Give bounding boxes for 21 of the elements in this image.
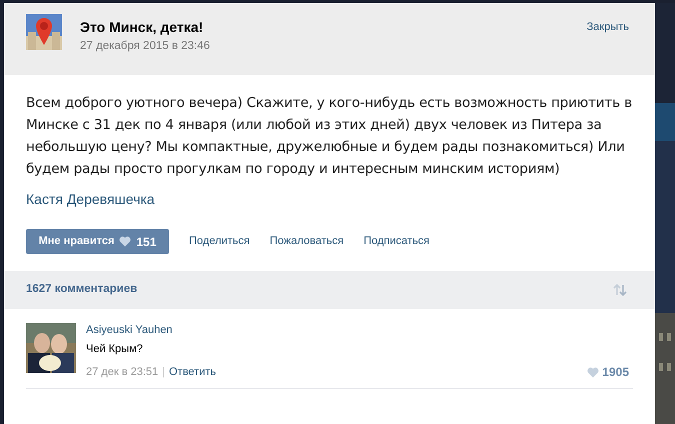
post-date: 27 декабря 2015 в 23:46 <box>80 39 211 54</box>
comments-count: 1627 комментариев <box>26 282 138 298</box>
like-count: 151 <box>136 234 156 250</box>
author-link[interactable]: Кастя Деревяшечка <box>26 189 155 210</box>
close-link[interactable]: Закрыть <box>586 14 633 36</box>
action-link[interactable]: Поделиться <box>189 233 250 250</box>
separator: | <box>162 364 165 380</box>
action-link[interactable]: Пожаловаться <box>270 233 344 250</box>
commenter-name[interactable]: Asiyeuski Yauhen <box>86 323 172 337</box>
post-text: Всем доброго уютного вечера) Скажите, у кого-нибудь есть возможность приютить в Минске с 31 дек по 4 января (или любой из этих дней) двух человек из Питера за небольшую цену? Мы компактные, дружелюбные и будем рады познакомиться) Или будем рады просто прогулкам по городу и интересным минским историям) <box>26 94 633 179</box>
group-name[interactable]: Это Минск, детка! <box>80 18 569 36</box>
like-button[interactable]: Мне нравится 151 <box>26 229 169 254</box>
heart-icon <box>119 236 132 247</box>
reply-link[interactable]: Ответить <box>168 364 216 380</box>
comment-date: 27 дек в 23:51 <box>86 364 158 380</box>
comment-text: Чей Крым? <box>86 342 144 356</box>
action-link[interactable]: Подписаться <box>364 233 430 250</box>
group-avatar-icon <box>26 14 62 50</box>
comment-likes[interactable]: 1905 <box>602 363 629 381</box>
heart-icon <box>587 366 600 378</box>
sort-icon[interactable] <box>613 284 627 296</box>
